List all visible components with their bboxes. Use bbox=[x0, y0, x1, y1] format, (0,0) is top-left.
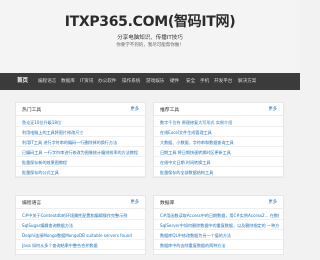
article-link[interactable]: 已编码工具 一行字符串进行修改为图像统计编排效率的方法教程 bbox=[22, 150, 141, 156]
article-link[interactable]: 在线中文日期 时间转换工具 bbox=[160, 160, 279, 166]
list-item[interactable]: 已编码工具 一行字符串进行修改为图像统计编排效率的方法教程 bbox=[16, 147, 145, 157]
main-nav: 首页 编程语言 数据库 IT资讯 办公软件 操作系统 游戏娱乐 硬件 安全 手机… bbox=[0, 73, 300, 90]
panel-title: 数据库 bbox=[160, 201, 175, 206]
list-item[interactable]: 批量保存的全部数据结构工具 bbox=[154, 167, 283, 177]
more-link[interactable]: 更多 bbox=[130, 199, 139, 205]
list-item[interactable]: 利用IT工具 进行字符串的编码一行删除掉的换行方法 bbox=[16, 137, 145, 147]
site-header: ITXP365.COM(智码IT网) 分享电脑知识、传播IT技巧 你要学不到的，… bbox=[0, 0, 300, 73]
recommended-tools-panel: 推荐工具 更多 数字千位符 原理修复大写形式 实例介绍 在线Excel文件生成管… bbox=[153, 102, 284, 178]
database-panel: 数据库 更多 C#用函数读取Access中的日期数据，用C#实例Access2.… bbox=[153, 195, 284, 255]
article-link[interactable]: 批量保存的全部数据结构工具 bbox=[160, 170, 279, 176]
nav-item-hardware[interactable]: 硬件 bbox=[170, 73, 179, 90]
list-item[interactable]: 数字千位符 原理修复大写形式 实例介绍 bbox=[154, 117, 283, 127]
nav-item-dev-platform[interactable]: 开发平台 bbox=[214, 73, 232, 90]
article-link[interactable]: C#中关于Contextdb的环境属性配置和编辑操作完整示例 bbox=[22, 213, 141, 219]
list-item[interactable]: Java 如何从多个查询结果中整合合并数据 bbox=[16, 240, 145, 250]
list-item[interactable]: 批量保存的公式工具 bbox=[16, 167, 145, 177]
article-link[interactable]: 在线Excel文件生成管理工具 bbox=[160, 130, 279, 136]
list-item[interactable]: SqlServer中如何删除数据中的重复数据，以及删除指定的 一种方法 bbox=[154, 220, 283, 230]
article-link[interactable]: 数字千位符 原理修复大写形式 实例介绍 bbox=[160, 120, 279, 126]
article-link[interactable]: 利用电脑上的工具将图片修改尺寸 bbox=[22, 130, 141, 136]
programming-panel: 编程语言 更多 C#中关于Contextdb的环境属性配置和编辑操作完整示例 S… bbox=[15, 195, 146, 255]
list-item[interactable]: SqlSugar编辑查询数据方法 bbox=[16, 220, 145, 230]
panel-header: 推荐工具 更多 bbox=[154, 103, 283, 116]
nav-item-solutions[interactable]: 解决方案 bbox=[238, 73, 256, 90]
site-title[interactable]: ITXP365.COM(智码IT网) bbox=[0, 11, 300, 31]
article-link[interactable]: Java 如何从多个查询结果中整合合并数据 bbox=[22, 243, 141, 249]
article-link[interactable]: C#用函数读取Access中的日期数据，用C#实例Access2... 在数据库… bbox=[160, 213, 279, 219]
nav-item-os[interactable]: 操作系统 bbox=[122, 73, 140, 90]
article-link[interactable]: 数据库QL中修改数据为另一个值的方法 bbox=[160, 233, 279, 239]
panel-header: 编程语言 更多 bbox=[16, 196, 145, 209]
list-item[interactable]: 批量保存新的效果图教程 bbox=[16, 157, 145, 167]
list-item[interactable]: 数据库QL中修改数据为另一个值的方法 bbox=[154, 230, 283, 240]
article-link[interactable]: 日期工具 将日期快速转换时区更新工具 bbox=[160, 150, 279, 156]
nav-item-programming[interactable]: 编程语言 bbox=[38, 73, 56, 90]
hot-tools-panel: 热门工具 更多 鱼论证10位升级18位 利用电脑上的工具将图片修改尺寸 利用IT… bbox=[15, 102, 146, 178]
more-link[interactable]: 更多 bbox=[268, 199, 277, 205]
list-item[interactable]: 日期工具 将日期快速转换时区更新工具 bbox=[154, 147, 283, 157]
article-link[interactable]: 大数据、小数据、字符串和数据查询工具 bbox=[160, 140, 279, 146]
nav-item-games[interactable]: 游戏娱乐 bbox=[146, 73, 164, 90]
article-link[interactable]: 数据库中的去除重复数据的两种方法 bbox=[160, 243, 279, 249]
site-tagline: 分享电脑知识、传播IT技巧 bbox=[117, 35, 183, 41]
list-item[interactable]: Delphi连接Mongo数据MongoDB suitable servers … bbox=[16, 230, 145, 240]
list-item[interactable]: 数据库中的去除重复数据的两种方法 bbox=[154, 240, 283, 250]
nav-item-it-news[interactable]: IT资讯 bbox=[80, 73, 93, 90]
panel-header: 数据库 更多 bbox=[154, 196, 283, 209]
list-item[interactable]: 大数据、小数据、字符串和数据查询工具 bbox=[154, 137, 283, 147]
article-link[interactable]: 批量保存新的效果图教程 bbox=[22, 160, 141, 166]
list-item[interactable]: 在线中文日期 时间转换工具 bbox=[154, 157, 283, 167]
list-item[interactable]: C#用函数读取Access中的日期数据，用C#实例Access2... 在数据库… bbox=[154, 210, 283, 220]
more-link[interactable]: 更多 bbox=[130, 106, 139, 112]
nav-item-database[interactable]: 数据库 bbox=[61, 73, 75, 90]
panel-title: 编程语言 bbox=[22, 201, 42, 206]
more-link[interactable]: 更多 bbox=[268, 106, 277, 112]
nav-item-security[interactable]: 安全 bbox=[186, 73, 195, 90]
nav-item-home[interactable]: 首页 bbox=[17, 73, 28, 90]
nav-item-mobile[interactable]: 手机 bbox=[200, 73, 209, 90]
article-link[interactable]: 利用IT工具 进行字符串的编码一行删除掉的换行方法 bbox=[22, 140, 141, 146]
article-link[interactable]: SqlSugar编辑查询数据方法 bbox=[22, 223, 141, 229]
panel-title: 热门工具 bbox=[22, 108, 42, 113]
list-item[interactable]: C#中关于Contextdb的环境属性配置和编辑操作完整示例 bbox=[16, 210, 145, 220]
list-item[interactable]: 利用电脑上的工具将图片修改尺寸 bbox=[16, 127, 145, 137]
nav-item-office[interactable]: 办公软件 bbox=[98, 73, 116, 90]
panel-title: 推荐工具 bbox=[160, 108, 180, 113]
article-link[interactable]: 批量保存的公式工具 bbox=[22, 170, 141, 176]
site-subtagline: 你要学不到的，我尽可能帮你做！ bbox=[116, 43, 184, 48]
article-link[interactable]: 鱼论证10位升级18位 bbox=[22, 120, 141, 126]
article-link[interactable]: Delphi连接Mongo数据MongoDB suitable servers … bbox=[22, 233, 141, 239]
list-item[interactable]: 在线Excel文件生成管理工具 bbox=[154, 127, 283, 137]
list-item[interactable]: 鱼论证10位升级18位 bbox=[16, 117, 145, 127]
article-link[interactable]: SqlServer中如何删除数据中的重复数据，以及删除指定的 一种方法 bbox=[160, 223, 279, 229]
panel-header: 热门工具 更多 bbox=[16, 103, 145, 116]
